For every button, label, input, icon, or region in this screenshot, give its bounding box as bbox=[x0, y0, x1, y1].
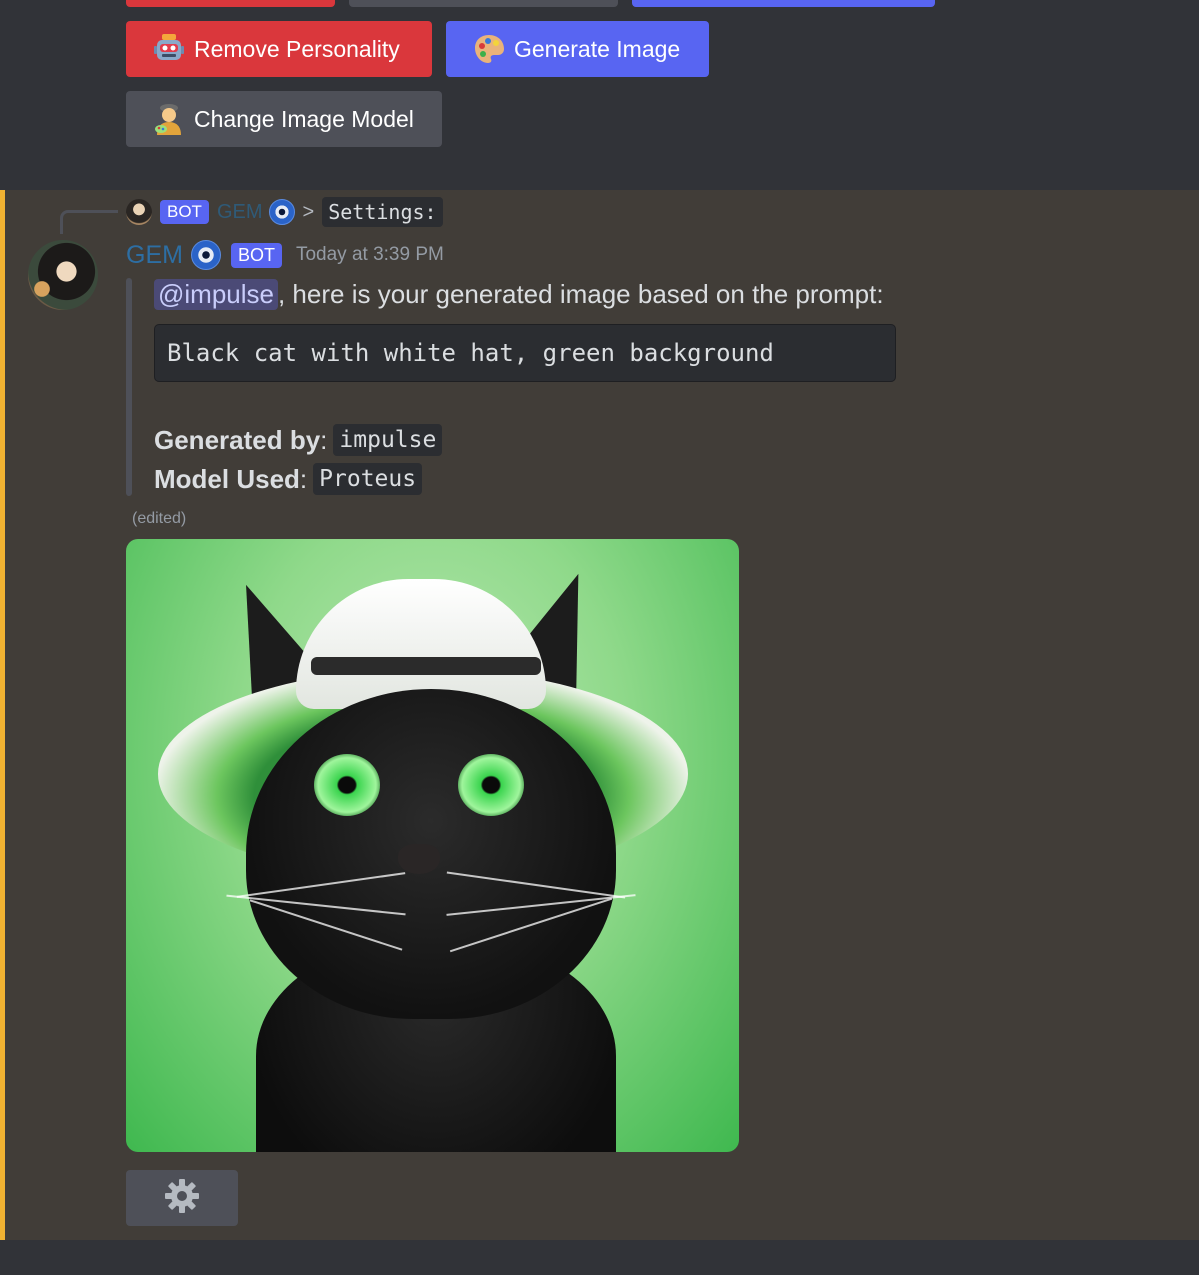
reply-avatar[interactable] bbox=[126, 199, 152, 225]
blockquote-bar bbox=[126, 278, 132, 496]
reply-connector bbox=[60, 210, 118, 234]
change-image-model-button[interactable]: Change Image Model bbox=[126, 91, 442, 147]
reply-bot-badge: BOT bbox=[160, 200, 209, 224]
prompt-code-block: Black cat with white hat, green backgrou… bbox=[154, 324, 896, 382]
model-used-label: Model Used bbox=[154, 463, 300, 494]
author-avatar[interactable] bbox=[28, 240, 98, 310]
generated-by-separator: : bbox=[320, 424, 328, 455]
bot-badge: BOT bbox=[230, 242, 282, 268]
reply-reference[interactable]: BOT GEM > Settings: bbox=[126, 197, 443, 227]
intro-text: , here is your generated image based on … bbox=[277, 278, 884, 309]
author-name[interactable]: GEM bbox=[126, 241, 183, 270]
model-used-value: Proteus bbox=[313, 463, 423, 495]
reply-arrow: > bbox=[302, 200, 315, 223]
settings-button[interactable] bbox=[126, 1170, 238, 1226]
nazar-eye-icon bbox=[268, 199, 295, 225]
previous-button-red[interactable] bbox=[126, 0, 335, 7]
previous-button-blue[interactable] bbox=[632, 0, 935, 7]
prompt-text: Black cat with white hat, green backgrou… bbox=[167, 339, 774, 367]
cat-nose bbox=[398, 844, 440, 874]
cat-eye-right bbox=[458, 754, 524, 816]
artist-icon bbox=[152, 102, 186, 136]
previous-button-gray[interactable] bbox=[349, 0, 618, 7]
highlight-bar bbox=[0, 190, 5, 1240]
remove-personality-label: Remove Personality bbox=[194, 35, 400, 62]
gear-icon bbox=[164, 1178, 200, 1219]
generated-by-line: Generated by : impulse bbox=[154, 421, 443, 459]
user-mention[interactable]: @impulse bbox=[154, 278, 278, 310]
cat-eye-left bbox=[314, 754, 380, 816]
bot-message: BOT GEM > Settings: GEM BOT Today at 3:3… bbox=[0, 190, 1199, 1240]
generate-image-label: Generate Image bbox=[514, 35, 681, 62]
generated-by-label: Generated by bbox=[154, 424, 321, 455]
previous-message-actions: Remove Personality Generate Image Change… bbox=[0, 0, 1199, 190]
message-header: GEM BOT Today at 3:39 PM bbox=[126, 238, 444, 272]
remove-personality-button[interactable]: Remove Personality bbox=[126, 21, 432, 77]
generated-image[interactable] bbox=[126, 539, 739, 1152]
hat-band bbox=[311, 657, 541, 675]
edited-indicator: (edited) bbox=[132, 510, 187, 527]
model-used-separator: : bbox=[299, 463, 308, 494]
reply-author[interactable]: GEM bbox=[217, 201, 263, 224]
palette-icon bbox=[472, 32, 506, 66]
reply-content[interactable]: Settings: bbox=[322, 197, 443, 227]
robot-icon bbox=[152, 32, 186, 66]
message-intro: @impulse , here is your generated image … bbox=[154, 274, 884, 314]
generated-by-value: impulse bbox=[333, 424, 443, 456]
nazar-eye-icon bbox=[190, 240, 221, 270]
generate-image-button[interactable]: Generate Image bbox=[446, 21, 709, 77]
model-used-line: Model Used : Proteus bbox=[154, 460, 423, 498]
bottom-divider bbox=[0, 1240, 1199, 1275]
change-image-model-label: Change Image Model bbox=[194, 105, 414, 132]
message-timestamp[interactable]: Today at 3:39 PM bbox=[296, 244, 444, 266]
